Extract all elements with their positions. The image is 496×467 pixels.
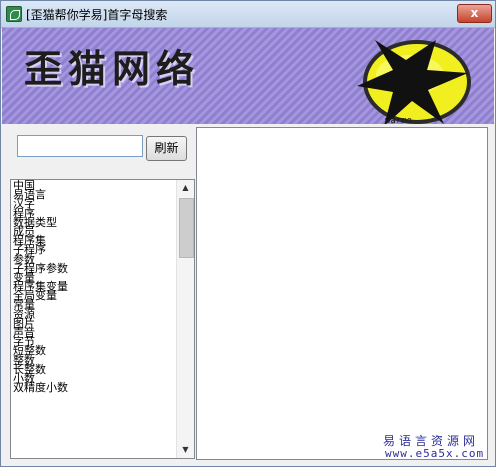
window-title: [歪猫帮你学易]首字母搜索 xyxy=(26,8,168,22)
banner: 歪猫网络 warmo xyxy=(2,28,494,124)
watermark-url: www.e5a5x.com xyxy=(385,447,485,460)
app-window: [歪猫帮你学易]首字母搜索 x 歪猫网络 warmo 刷新 中国 易语言 汉字 程序数… xyxy=(0,0,496,467)
list-item[interactable]: 数据类型 xyxy=(13,217,177,228)
list-item[interactable]: 易语言 xyxy=(13,189,177,200)
scroll-up-icon[interactable]: ▲ xyxy=(177,180,194,196)
list-item[interactable]: 子程序 xyxy=(13,244,177,255)
list-item[interactable]: 资源 xyxy=(13,309,177,320)
list-item[interactable]: 全局变量 xyxy=(13,290,177,301)
scroll-down-icon[interactable]: ▼ xyxy=(177,442,194,458)
content-panel[interactable] xyxy=(196,127,488,460)
banner-title: 歪猫网络 xyxy=(24,47,201,91)
scroll-thumb[interactable] xyxy=(179,198,194,258)
logo-text: warmo xyxy=(385,116,413,124)
app-icon xyxy=(6,6,22,22)
list-items: 中国 易语言 汉字 程序 数据类型 成员 程序集 子程序 参数 子程序参数 变量 程序集变量 全局变量常… xyxy=(13,180,177,393)
word-listbox[interactable]: 中国 易语言 汉字 程序 数据类型 成员 程序集 子程序 参数 子程序参数 变量 程序集变量 全局变量常… xyxy=(10,179,195,459)
close-button[interactable]: x xyxy=(457,4,492,23)
warmo-logo-icon xyxy=(357,40,471,124)
list-item[interactable]: 图片 xyxy=(13,318,177,329)
search-input[interactable] xyxy=(17,135,143,157)
list-item[interactable]: 长整数 xyxy=(13,364,177,375)
title-bar[interactable]: [歪猫帮你学易]首字母搜索 x xyxy=(1,1,495,28)
list-item[interactable]: 短整数 xyxy=(13,345,177,356)
list-item[interactable]: 声音 xyxy=(13,327,177,338)
vertical-scrollbar[interactable]: ▲ ▼ xyxy=(176,180,194,458)
list-item[interactable]: 子程序参数 xyxy=(13,263,177,274)
list-item[interactable]: 双精度小数 xyxy=(13,382,177,393)
refresh-button[interactable]: 刷新 xyxy=(146,136,187,161)
